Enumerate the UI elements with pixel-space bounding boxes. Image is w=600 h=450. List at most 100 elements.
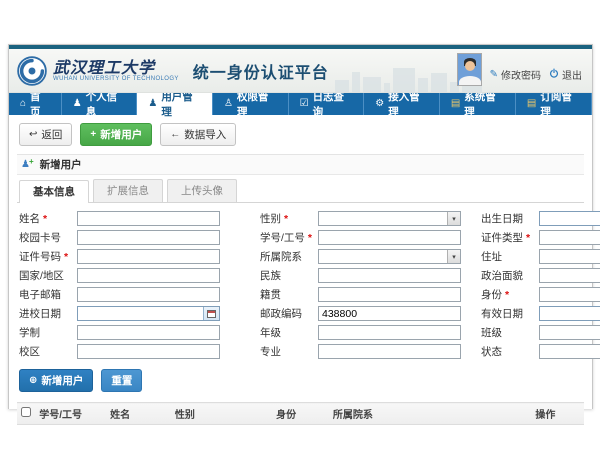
data-import-button[interactable]: ← 数据导入 bbox=[160, 123, 236, 146]
field-label-text: 有效日期 bbox=[481, 308, 523, 320]
address-input[interactable] bbox=[539, 249, 600, 264]
nav-item-logs[interactable]: ☑日志查询 bbox=[289, 93, 365, 115]
major-input[interactable] bbox=[318, 344, 461, 359]
campus-card-input[interactable] bbox=[77, 230, 220, 245]
postal-code-input[interactable] bbox=[318, 306, 461, 321]
avatar[interactable] bbox=[457, 53, 482, 86]
form-field-department: 所属院系 ▾ bbox=[260, 249, 467, 264]
field-label-text: 所属院系 bbox=[260, 251, 302, 263]
nav-item-user-management[interactable]: ♟用户管理 bbox=[137, 93, 213, 115]
checklist-icon: ☑ bbox=[300, 99, 309, 109]
field-label: 年级 bbox=[260, 325, 318, 340]
nav-item-access[interactable]: ⚙接入管理 bbox=[364, 93, 440, 115]
calendar-icon[interactable] bbox=[203, 307, 219, 320]
status-input[interactable] bbox=[539, 344, 600, 359]
field-label-text: 证件号码 bbox=[19, 251, 61, 263]
university-logo-icon bbox=[17, 56, 47, 86]
col-header-2: 性别 bbox=[171, 403, 272, 425]
tab-extended-info[interactable]: 扩展信息 bbox=[93, 179, 163, 202]
field-label-text: 学制 bbox=[19, 327, 40, 339]
form-field-status: 状态 bbox=[481, 344, 600, 359]
field-label: 出生日期 bbox=[481, 211, 539, 226]
back-button[interactable]: ↩ 返回 bbox=[19, 123, 72, 146]
field-label: 籍贯 bbox=[260, 287, 318, 302]
col-header-0: 学号/工号 bbox=[35, 403, 106, 425]
back-arrow-icon: ↩ bbox=[29, 130, 37, 140]
person-icon: ♟ bbox=[73, 99, 82, 109]
change-password-link[interactable]: ✎ 修改密码 bbox=[490, 67, 541, 86]
field-label-text: 出生日期 bbox=[481, 213, 523, 225]
nav-item-system[interactable]: ▤系统管理 bbox=[440, 93, 516, 115]
content-area: ↩ 返回 + 新增用户 ← 数据导入 ♟+ 新增用户 基本信息扩展信息上传头像 bbox=[9, 115, 592, 409]
avatar-face bbox=[465, 61, 475, 71]
form-grid: 姓名*性别*▾出生日期校园卡号学号/工号*证件类型*证件号码*所属院系▾住址国家… bbox=[17, 203, 584, 365]
identity-input[interactable] bbox=[539, 287, 600, 302]
required-asterisk: * bbox=[308, 232, 312, 244]
gender-select[interactable]: ▾ bbox=[318, 211, 461, 226]
id-number-input[interactable] bbox=[77, 249, 220, 264]
logout-label: 退出 bbox=[562, 67, 582, 82]
form-field-major: 专业 bbox=[260, 344, 467, 359]
form-actions: ⊕ 新增用户 重置 bbox=[17, 365, 584, 400]
valid-date-input[interactable] bbox=[539, 306, 600, 321]
form-field-native-place: 籍贯 bbox=[260, 287, 467, 302]
country-input[interactable] bbox=[77, 268, 220, 283]
field-label-text: 电子邮箱 bbox=[19, 289, 61, 301]
form-field-id-number: 证件号码* bbox=[19, 249, 246, 264]
email-input[interactable] bbox=[77, 287, 220, 302]
campus-input[interactable] bbox=[77, 344, 220, 359]
select-all-checkbox[interactable] bbox=[21, 407, 31, 417]
university-name-block: 武汉理工大学 WUHAN UNIVERSITY OF TECHNOLOGY bbox=[53, 59, 179, 82]
nav-item-subscription[interactable]: ▤订阅管理 bbox=[516, 93, 592, 115]
department-select[interactable]: ▾ bbox=[318, 249, 461, 264]
class-input[interactable] bbox=[539, 325, 600, 340]
nav-item-permission[interactable]: ♙权限管理 bbox=[213, 93, 289, 115]
tab-upload-avatar[interactable]: 上传头像 bbox=[167, 179, 237, 202]
field-label: 证件号码* bbox=[19, 249, 77, 264]
education-length-input[interactable] bbox=[77, 325, 220, 340]
document-icon: ▤ bbox=[451, 99, 460, 109]
required-asterisk: * bbox=[505, 289, 509, 301]
add-user-button[interactable]: + 新增用户 bbox=[80, 123, 152, 146]
entry-date-input[interactable] bbox=[77, 306, 220, 321]
avatar-shirt bbox=[459, 76, 481, 86]
birth-date-input[interactable] bbox=[539, 211, 600, 226]
logout-link[interactable]: 退出 bbox=[549, 67, 582, 86]
native-place-input[interactable] bbox=[318, 287, 461, 302]
nav-item-profile[interactable]: ♟个人信息 bbox=[62, 93, 138, 115]
empty-row bbox=[17, 425, 584, 438]
field-label-text: 民族 bbox=[260, 270, 281, 282]
nav-item-home[interactable]: ⌂首页 bbox=[9, 93, 62, 115]
field-label: 专业 bbox=[260, 344, 318, 359]
field-label: 校园卡号 bbox=[19, 230, 77, 245]
tab-basic-info[interactable]: 基本信息 bbox=[19, 180, 89, 203]
required-asterisk: * bbox=[284, 213, 288, 225]
name-input[interactable] bbox=[77, 211, 220, 226]
id-type-input[interactable] bbox=[539, 230, 600, 245]
form-field-identity: 身份* bbox=[481, 287, 600, 302]
chevron-down-icon: ▾ bbox=[447, 250, 460, 263]
chevron-down-icon: ▾ bbox=[447, 212, 460, 225]
university-name: 武汉理工大学 bbox=[53, 59, 179, 76]
field-label-text: 姓名 bbox=[19, 213, 40, 225]
plus-icon: + bbox=[90, 130, 96, 140]
field-label: 学号/工号* bbox=[260, 230, 318, 245]
form-field-country: 国家/地区 bbox=[19, 268, 246, 283]
grade-input[interactable] bbox=[318, 325, 461, 340]
field-label: 姓名* bbox=[19, 211, 77, 226]
key-icon: ♙ bbox=[224, 99, 233, 109]
nav-item-label: 首页 bbox=[30, 89, 50, 119]
submit-add-user-label: 新增用户 bbox=[41, 373, 83, 388]
col-header-4: 所属院系 bbox=[329, 403, 532, 425]
submit-add-user-button[interactable]: ⊕ 新增用户 bbox=[19, 369, 93, 392]
toolbar: ↩ 返回 + 新增用户 ← 数据导入 bbox=[19, 123, 584, 146]
political-status-input[interactable] bbox=[539, 268, 600, 283]
student-id-input[interactable] bbox=[318, 230, 461, 245]
nav-item-label: 订阅管理 bbox=[540, 89, 580, 119]
nav-item-label: 用户管理 bbox=[161, 89, 201, 119]
field-label-text: 进校日期 bbox=[19, 308, 61, 320]
university-name-en: WUHAN UNIVERSITY OF TECHNOLOGY bbox=[53, 76, 179, 82]
reset-button[interactable]: 重置 bbox=[101, 369, 142, 392]
ethnicity-input[interactable] bbox=[318, 268, 461, 283]
nav-item-label: 日志查询 bbox=[313, 89, 353, 119]
